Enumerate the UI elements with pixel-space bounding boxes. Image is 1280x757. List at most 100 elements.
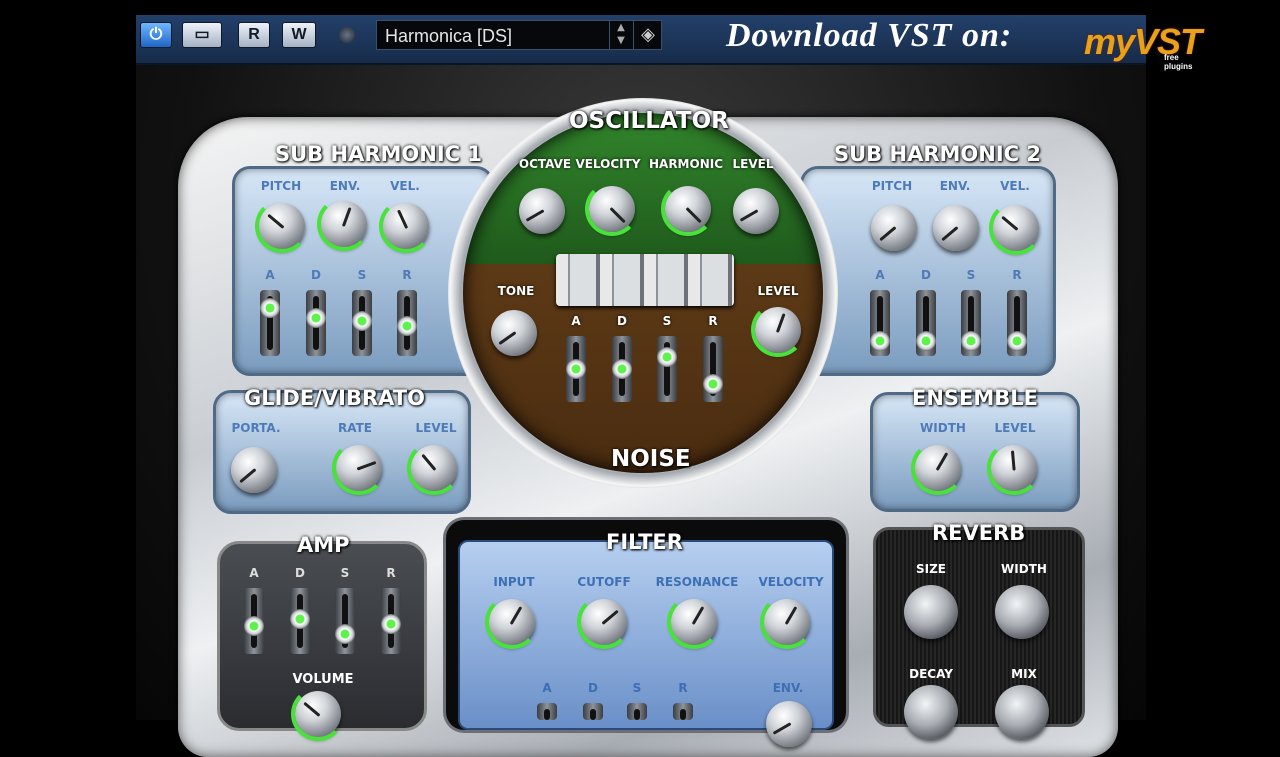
filter-a-slider[interactable] — [537, 703, 557, 720]
slider-thumb[interactable] — [657, 346, 677, 367]
osc-level-knob[interactable] — [733, 188, 779, 234]
sub1-r-slider[interactable] — [397, 290, 417, 356]
slider-thumb[interactable] — [612, 359, 632, 379]
noise-level-knob[interactable] — [751, 303, 805, 357]
sub1-pitch-knob[interactable] — [255, 199, 309, 253]
sub2-pitch-knob[interactable] — [871, 205, 917, 251]
amp-volume-knob[interactable] — [291, 687, 345, 741]
slider-thumb[interactable] — [381, 613, 401, 634]
sub1-s-slider[interactable] — [352, 290, 372, 356]
sub2-d-label: D — [921, 268, 931, 282]
sub2-a-slider[interactable] — [870, 290, 890, 356]
ensemble-title: ENSEMBLE — [912, 386, 1039, 410]
reverb-decay-knob[interactable] — [904, 685, 958, 739]
glide-porta-label: PORTA. — [231, 421, 281, 435]
slider-thumb[interactable] — [566, 359, 586, 379]
host-toolbar: ⏻ ▭ R W Harmonica [DS] ▲ ▼ ◈ Download VST… — [136, 15, 1202, 71]
sub1-a-slider[interactable] — [260, 290, 280, 356]
preset-selector[interactable]: Harmonica [DS] ▲ ▼ ◈ — [376, 20, 662, 50]
amp-title: AMP — [297, 533, 350, 557]
osc-octave-knob[interactable] — [519, 188, 565, 234]
noise-d-label: D — [617, 314, 627, 328]
sub2-s-slider[interactable] — [961, 290, 981, 356]
filter-s-slider[interactable] — [627, 703, 647, 720]
rack-button[interactable]: ▭ — [182, 22, 222, 48]
slider-thumb[interactable] — [916, 330, 936, 351]
amp-d-slider[interactable] — [290, 588, 310, 654]
filter-resonance-knob[interactable] — [667, 595, 721, 649]
sub1-env-knob[interactable] — [317, 197, 371, 251]
noise-r-slider[interactable] — [703, 336, 723, 402]
reverb-panel — [873, 527, 1085, 727]
amp-volume-label: VOLUME — [292, 672, 354, 687]
power-button[interactable]: ⏻ — [140, 22, 172, 48]
preset-name: Harmonica [DS] — [385, 26, 513, 46]
osc-velocity-knob[interactable] — [585, 182, 639, 236]
ensemble-width-label: WIDTH — [920, 421, 966, 435]
slider-thumb[interactable] — [244, 616, 264, 636]
noise-r-label: R — [708, 314, 718, 328]
noise-a-slider[interactable] — [566, 336, 586, 402]
slider-thumb[interactable] — [335, 623, 355, 644]
amp-a-slider[interactable] — [244, 588, 264, 654]
slider-thumb[interactable] — [306, 308, 326, 328]
filter-r-slider[interactable] — [673, 703, 693, 720]
glide-rate-knob[interactable] — [332, 441, 386, 495]
reverb-mix-label: MIX — [1011, 667, 1037, 681]
glide-level-label: LEVEL — [415, 421, 457, 435]
filter-env-knob[interactable] — [766, 701, 812, 747]
amp-s-slider[interactable] — [335, 588, 355, 654]
amp-d-label: D — [295, 566, 305, 580]
sub2-env-knob[interactable] — [933, 205, 979, 251]
sub1-d-label: D — [311, 268, 321, 282]
ensemble-width-knob[interactable] — [911, 441, 965, 495]
read-automation-button[interactable]: R — [238, 22, 270, 48]
amp-r-slider[interactable] — [381, 588, 401, 654]
sub-harmonic-2-title: SUB HARMONIC 2 — [834, 142, 1041, 166]
sub1-r-label: R — [402, 268, 412, 282]
filter-cutoff-knob[interactable] — [577, 595, 631, 649]
slider-thumb[interactable] — [1007, 330, 1027, 351]
noise-level-label: LEVEL — [757, 284, 799, 298]
reverb-mix-knob[interactable] — [995, 685, 1049, 739]
filter-r-label: R — [678, 681, 688, 695]
slider-thumb[interactable] — [290, 608, 310, 629]
reverb-decay-label: DECAY — [909, 667, 953, 681]
sub2-vel-knob[interactable] — [989, 201, 1043, 255]
sub1-vel-label: VEL. — [390, 179, 420, 193]
sub1-d-slider[interactable] — [306, 290, 326, 356]
reverb-size-knob[interactable] — [904, 585, 958, 639]
noise-d-slider[interactable] — [612, 336, 632, 402]
noise-tone-knob[interactable] — [491, 310, 537, 356]
preset-up-down-icon[interactable]: ▲ ▼ — [609, 21, 632, 49]
slider-thumb[interactable] — [870, 330, 890, 351]
glide-level-knob[interactable] — [407, 441, 461, 495]
glide-porta-knob[interactable] — [231, 447, 277, 493]
slider-thumb[interactable] — [352, 310, 372, 331]
slider-thumb[interactable] — [397, 315, 417, 336]
filter-input-knob[interactable] — [485, 595, 539, 649]
filter-a-label: A — [542, 681, 552, 695]
ensemble-level-knob[interactable] — [987, 441, 1041, 495]
slider-thumb[interactable] — [961, 330, 981, 351]
sub2-vel-label: VEL. — [1000, 179, 1030, 193]
reverb-width-knob[interactable] — [995, 585, 1049, 639]
sub2-d-slider[interactable] — [916, 290, 936, 356]
osc-harmonic-knob[interactable] — [661, 182, 715, 236]
filter-input-label: INPUT — [493, 575, 535, 589]
filter-d-label: D — [588, 681, 598, 695]
slider-thumb[interactable] — [703, 374, 723, 394]
filter-velocity-knob[interactable] — [760, 595, 814, 649]
sub2-r-slider[interactable] — [1007, 290, 1027, 356]
filter-velocity-label: VELOCITY — [758, 575, 824, 589]
sub1-vel-knob[interactable] — [379, 199, 433, 253]
noise-s-slider[interactable] — [657, 336, 677, 402]
reverb-size-label: SIZE — [915, 562, 947, 576]
noise-a-label: A — [571, 314, 581, 328]
oscillator-title: OSCILLATOR — [569, 108, 729, 134]
waveform-selector[interactable] — [556, 254, 734, 306]
filter-d-slider[interactable] — [583, 703, 603, 720]
slider-thumb[interactable] — [260, 298, 280, 318]
write-automation-button[interactable]: W — [282, 22, 316, 48]
preset-browser-icon[interactable]: ◈ — [633, 21, 662, 49]
